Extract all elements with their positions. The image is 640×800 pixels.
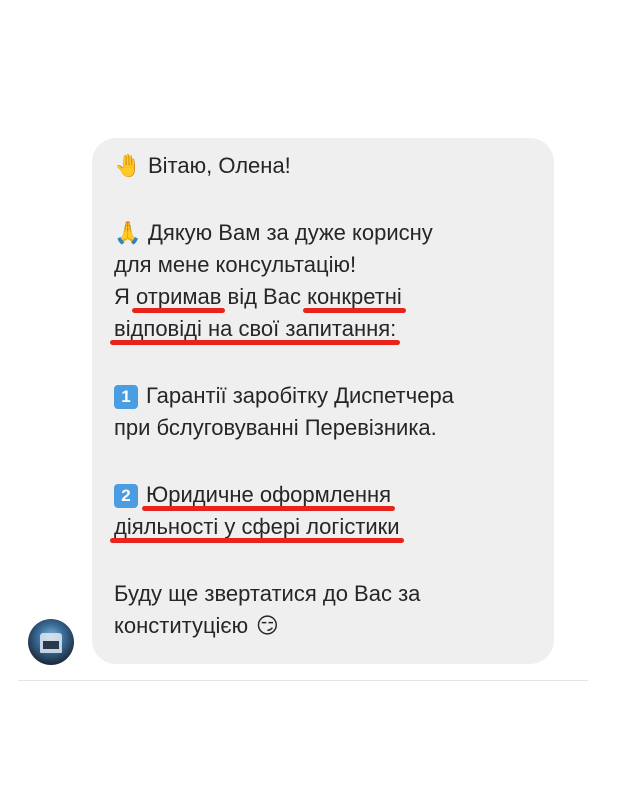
underlined-answers: відповіді на свої запитання:	[114, 316, 397, 341]
underlined-item2-line1: Юридичне оформлення	[146, 482, 392, 507]
divider	[18, 680, 588, 681]
raised-hand-icon: 🤚	[114, 154, 142, 179]
thanks-line-1: 🙏 Дякую Вам за дуже корисну	[114, 217, 534, 249]
thanks-text-1: Дякую Вам за дуже корисну	[148, 220, 433, 245]
item1-line-1: 1 Гарантії заробітку Диспетчера	[114, 380, 534, 412]
received-prefix: Я	[114, 284, 136, 309]
answers-line: відповіді на свої запитання:	[114, 313, 534, 345]
underlined-concrete: конкретні	[307, 284, 402, 309]
closing-text: конституцією	[114, 613, 249, 638]
underlined-item2-line2: діяльності у сфері логістики	[114, 514, 400, 539]
keycap-two-icon: 2	[114, 484, 138, 508]
received-line: Я отримав від Вас конкретні	[114, 281, 534, 313]
greeting-line: 🤚 Вітаю, Олена!	[114, 150, 534, 182]
thanks-line-2: для мене консультацію!	[114, 252, 357, 277]
sender-avatar[interactable]	[28, 619, 74, 665]
folded-hands-icon: 🙏	[114, 221, 142, 246]
item1-line-2: при бслуговуванні Перевізника.	[114, 415, 437, 440]
message-bubble[interactable]: 🤚 Вітаю, Олена! 🙏 Дякую Вам за дуже корисн…	[92, 138, 554, 664]
underlined-received: отримав	[136, 284, 222, 309]
received-middle: від Вас	[221, 284, 308, 309]
item2-line-1: 2 Юридичне оформлення	[114, 479, 534, 511]
item1-text-1: Гарантії заробітку Диспетчера	[146, 383, 454, 408]
closing-line-2: конституцією 😏	[114, 610, 534, 642]
closing-line-1: Буду ще звертатися до Вас за	[114, 581, 421, 606]
keycap-one-icon: 1	[114, 385, 138, 409]
smirk-face-icon: 😏	[255, 614, 279, 639]
greeting-text: Вітаю, Олена!	[148, 153, 291, 178]
item2-line-2: діяльності у сфері логістики	[114, 511, 534, 543]
